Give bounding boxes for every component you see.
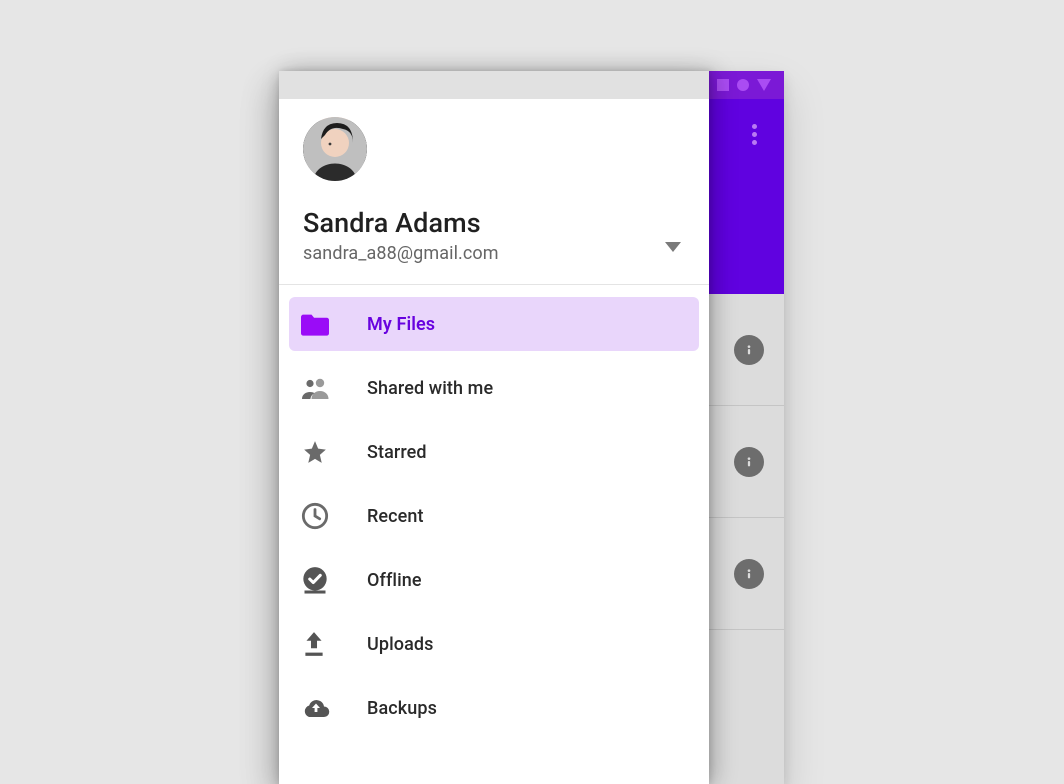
- nav-item-label: Shared with me: [367, 378, 493, 399]
- account-switcher-button[interactable]: [665, 242, 683, 260]
- people-icon: [301, 377, 337, 399]
- nav-item-label: Recent: [367, 506, 424, 527]
- nav-item-my-files[interactable]: My Files: [289, 297, 699, 351]
- more-vert-icon: [742, 122, 766, 146]
- nav-item-label: Starred: [367, 442, 427, 463]
- nav-item-label: Offline: [367, 570, 422, 591]
- nav-item-backups[interactable]: Backups: [289, 681, 699, 735]
- nav-item-starred[interactable]: Starred: [289, 425, 699, 479]
- nav-item-label: Backups: [367, 698, 437, 719]
- star-icon: [301, 439, 337, 465]
- cloud-backup-icon: [301, 697, 337, 719]
- nav-item-label: My Files: [367, 314, 435, 335]
- drawer-status-bar: [279, 71, 709, 99]
- status-square-icon: [717, 79, 729, 91]
- chevron-down-icon: [665, 242, 681, 252]
- upload-icon: [301, 630, 337, 658]
- nav-item-shared[interactable]: Shared with me: [289, 361, 699, 415]
- status-circle-icon: [737, 79, 749, 91]
- user-email: sandra_a88@gmail.com: [303, 243, 685, 264]
- clock-icon: [301, 502, 337, 530]
- folder-icon: [301, 312, 337, 336]
- account-header: Sandra Adams sandra_a88@gmail.com: [279, 99, 709, 285]
- nav-item-uploads[interactable]: Uploads: [289, 617, 699, 671]
- stage: Sandra Adams sandra_a88@gmail.com My Fil…: [0, 0, 1064, 784]
- status-triangle-icon: [757, 79, 771, 91]
- nav-item-label: Uploads: [367, 634, 434, 655]
- drawer-nav: My Files Shared with me Starred: [279, 285, 709, 768]
- avatar[interactable]: [303, 117, 367, 181]
- offline-icon: [301, 566, 337, 594]
- overflow-menu-button[interactable]: [742, 122, 766, 146]
- nav-item-recent[interactable]: Recent: [289, 489, 699, 543]
- info-icon[interactable]: [734, 447, 764, 477]
- navigation-drawer: Sandra Adams sandra_a88@gmail.com My Fil…: [279, 71, 709, 784]
- info-icon[interactable]: [734, 559, 764, 589]
- user-name: Sandra Adams: [303, 207, 685, 239]
- info-icon[interactable]: [734, 335, 764, 365]
- status-bar-system-icons: [704, 71, 784, 99]
- nav-item-offline[interactable]: Offline: [289, 553, 699, 607]
